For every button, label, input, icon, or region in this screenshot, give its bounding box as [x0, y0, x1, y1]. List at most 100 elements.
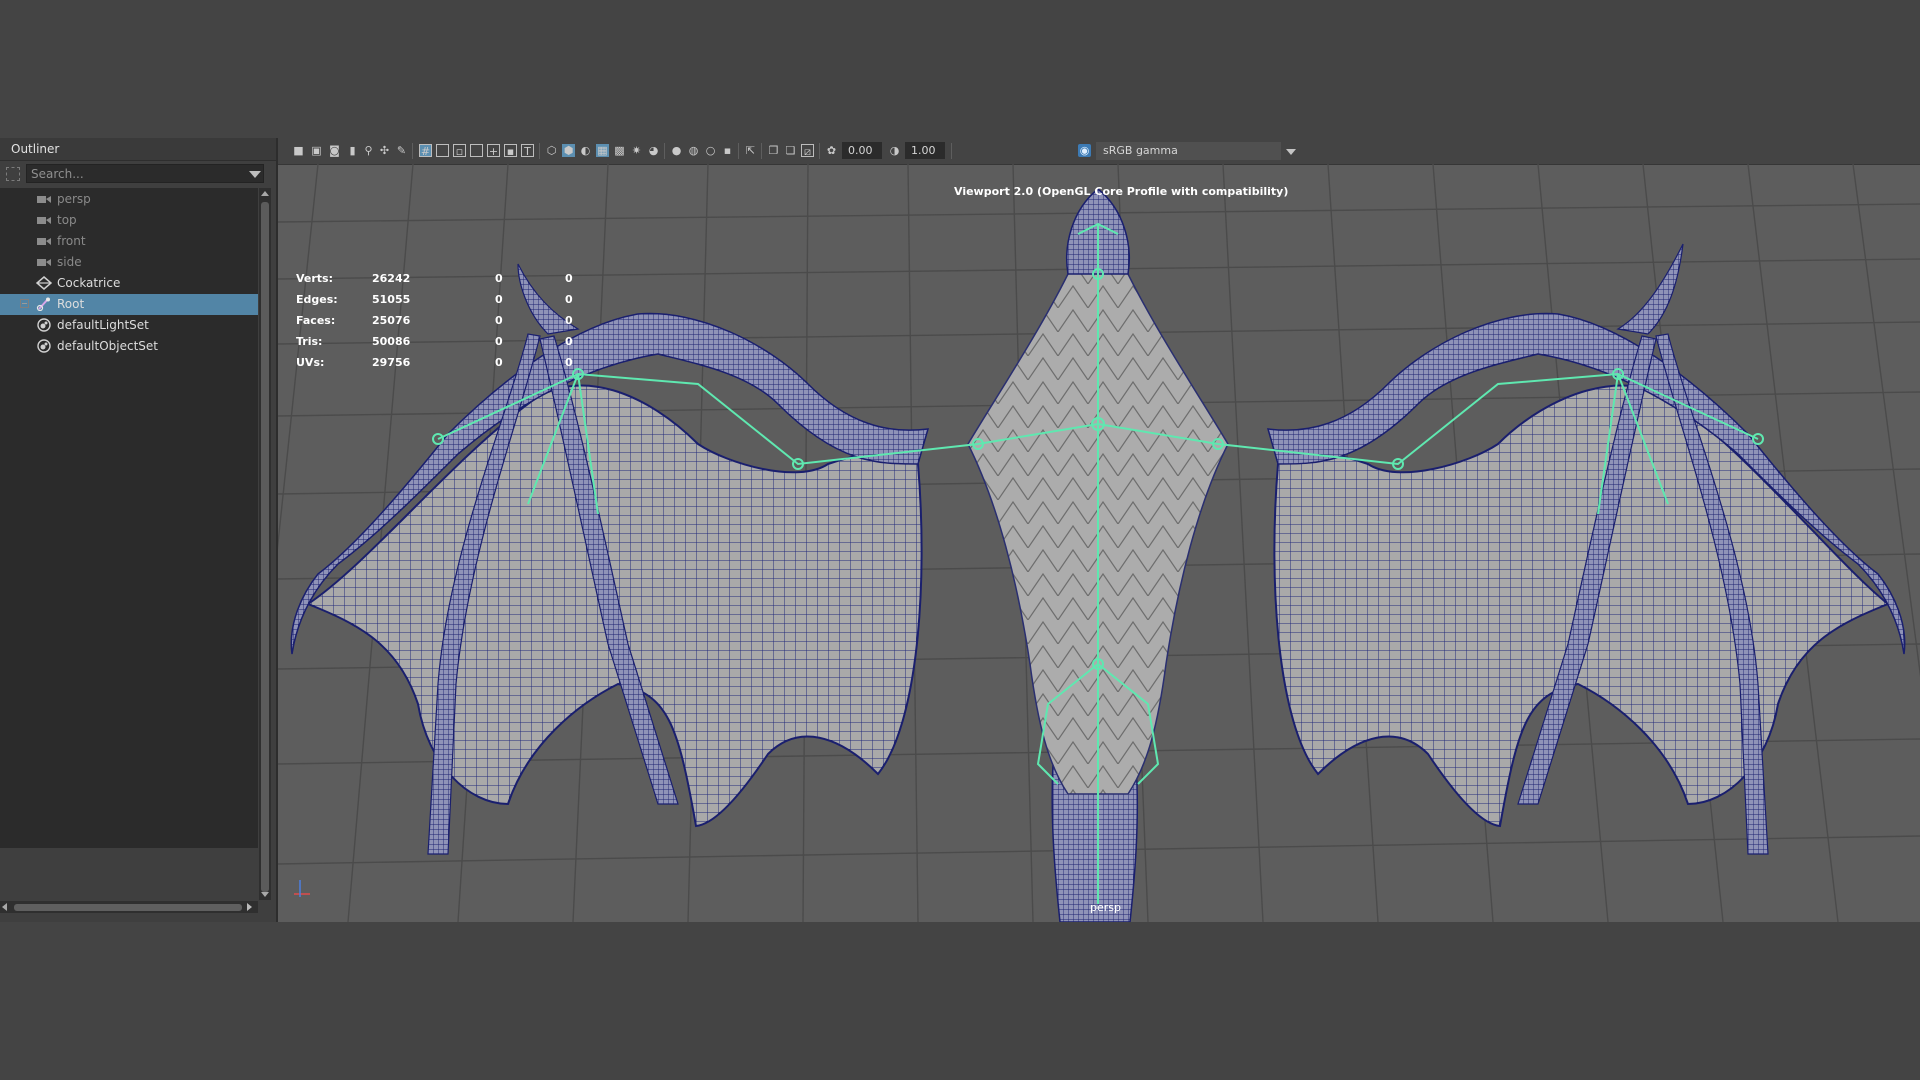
select-camera-icon[interactable]: ■: [292, 144, 305, 157]
toolbar-separator: [951, 143, 952, 159]
hud-selected: 0: [495, 335, 503, 348]
outliner-panel: Outliner persp top front side Cockatrice: [0, 138, 278, 922]
viewport-panel[interactable]: ■ ▣ ◙ ▮ ⚲ ✣ ✎ # ▫ + ▪ T ⬡ ⬢ ◐ ▦ ▩ ✷ ◕ ● …: [278, 138, 1920, 922]
outliner-list: persp top front side Cockatrice Root def…: [0, 188, 258, 848]
2d-pan-zoom-icon[interactable]: ✣: [378, 144, 391, 157]
hud-selected: 0: [495, 314, 503, 327]
outliner-item-label: defaultLightSet: [57, 318, 149, 332]
safe-action-icon[interactable]: ▪: [504, 144, 517, 158]
film-gate-icon[interactable]: [436, 144, 449, 157]
outliner-item-label: Root: [57, 297, 85, 311]
hud-selected: 0: [495, 356, 503, 369]
bottom-empty-band: [0, 922, 1920, 1080]
hud-uv: 0: [565, 293, 573, 306]
smooth-shade-icon[interactable]: ⬢: [562, 144, 575, 157]
outliner-vertical-scrollbar[interactable]: [259, 188, 271, 900]
scroll-left-icon[interactable]: [2, 903, 7, 911]
grid-icon[interactable]: #: [419, 144, 432, 158]
outliner-item-label: persp: [57, 192, 91, 206]
scroll-thumb[interactable]: [261, 202, 269, 892]
gate-mask-icon[interactable]: [470, 144, 483, 157]
outliner-item-label: front: [57, 234, 86, 248]
hud-uv: 0: [565, 356, 573, 369]
scroll-right-icon[interactable]: [247, 903, 252, 911]
gamma-field[interactable]: 1.00: [905, 142, 945, 159]
bookmark-icon[interactable]: ▮: [346, 144, 359, 157]
shadows-icon[interactable]: ◕: [647, 144, 660, 157]
camera-name-label: persp: [1090, 901, 1121, 914]
grease-pencil-icon[interactable]: ✎: [395, 144, 408, 157]
camera-icon: [37, 238, 51, 245]
color-management-icon[interactable]: ◉: [1078, 144, 1091, 157]
default-material-icon[interactable]: ◐: [579, 144, 592, 157]
anti-aliasing-icon[interactable]: ○: [704, 144, 717, 157]
hud-total: 25076: [372, 314, 411, 327]
viewport-toolbar: ■ ▣ ◙ ▮ ⚲ ✣ ✎ # ▫ + ▪ T ⬡ ⬢ ◐ ▦ ▩ ✷ ◕ ● …: [278, 138, 1920, 165]
set-icon: [37, 318, 51, 332]
top-empty-band: [0, 0, 1920, 136]
hud-selected: 0: [495, 293, 503, 306]
hud-label: UVs:: [296, 356, 325, 369]
outliner-item-defaultlightset[interactable]: defaultLightSet: [0, 315, 258, 336]
exposure-field[interactable]: 0.00: [842, 142, 882, 159]
hud-label: Tris:: [296, 335, 323, 348]
outliner-item-label: top: [57, 213, 77, 227]
isolate-select-icon[interactable]: ⇱: [744, 144, 757, 157]
toolbar-separator: [761, 143, 762, 159]
outliner-item-cockatrice[interactable]: Cockatrice: [0, 273, 258, 294]
xray-components-icon[interactable]: ⧄: [801, 144, 814, 158]
outliner-item-front[interactable]: front: [0, 231, 258, 252]
hud-label: Verts:: [296, 272, 334, 285]
wireframe-on-shaded-icon[interactable]: ▦: [596, 144, 609, 157]
wireframe-icon[interactable]: ⬡: [545, 144, 558, 157]
camera-attributes-icon[interactable]: ▣: [310, 144, 323, 157]
hud-selected: 0: [495, 272, 503, 285]
color-space-dropdown[interactable]: sRGB gamma: [1096, 142, 1281, 160]
hud-label: Edges:: [296, 293, 338, 306]
outliner-search-row: [0, 162, 276, 186]
viewport-scene[interactable]: [278, 164, 1920, 922]
image-plane-icon[interactable]: ⚲: [362, 144, 375, 157]
filter-icon[interactable]: [6, 167, 20, 181]
outliner-item-label: side: [57, 255, 82, 269]
exposure-icon[interactable]: ✿: [825, 144, 838, 157]
toolbar-separator: [412, 143, 413, 159]
outliner-title: Outliner: [11, 142, 60, 156]
joint-icon: [36, 297, 50, 311]
scroll-down-icon[interactable]: [261, 892, 269, 897]
xray-joints-icon[interactable]: ❏: [784, 144, 797, 157]
hud-uv: 0: [565, 314, 573, 327]
resolution-gate-icon[interactable]: ▫: [453, 144, 466, 158]
hud-uv: 0: [565, 335, 573, 348]
outliner-item-root[interactable]: Root: [0, 294, 258, 315]
toolbar-separator: [539, 143, 540, 159]
scroll-thumb[interactable]: [14, 904, 242, 911]
lights-icon[interactable]: ✷: [630, 144, 643, 157]
outliner-item-side[interactable]: side: [0, 252, 258, 273]
safe-title-icon[interactable]: T: [521, 144, 534, 158]
renderer-label: Viewport 2.0 (OpenGL Core Profile with c…: [954, 185, 1289, 198]
outliner-search-input[interactable]: [26, 164, 264, 183]
hud-total: 29756: [372, 356, 411, 369]
hud-total: 51055: [372, 293, 411, 306]
chevron-down-icon[interactable]: [249, 171, 261, 178]
expand-icon[interactable]: [20, 299, 29, 308]
scroll-up-icon[interactable]: [261, 191, 269, 196]
outliner-item-label: defaultObjectSet: [57, 339, 159, 353]
bookmark-camera-icon[interactable]: ◙: [328, 144, 341, 157]
outliner-horizontal-scrollbar[interactable]: [0, 901, 258, 913]
screen-space-ao-icon[interactable]: ●: [670, 144, 683, 157]
textured-icon[interactable]: ▩: [613, 144, 626, 157]
outliner-item-persp[interactable]: persp: [0, 189, 258, 210]
set-icon: [37, 339, 51, 353]
chevron-down-icon[interactable]: [1286, 149, 1296, 155]
xray-icon[interactable]: ❐: [767, 144, 780, 157]
gamma-icon[interactable]: ◑: [888, 144, 901, 157]
outliner-item-top[interactable]: top: [0, 210, 258, 231]
depth-of-field-icon[interactable]: ▪: [721, 144, 734, 157]
motion-blur-icon[interactable]: ◍: [687, 144, 700, 157]
right-wing-spike: [1616, 243, 1684, 335]
outliner-item-label: Cockatrice: [57, 276, 121, 290]
outliner-item-defaultobjectset[interactable]: defaultObjectSet: [0, 336, 258, 357]
field-chart-icon[interactable]: +: [487, 144, 500, 158]
